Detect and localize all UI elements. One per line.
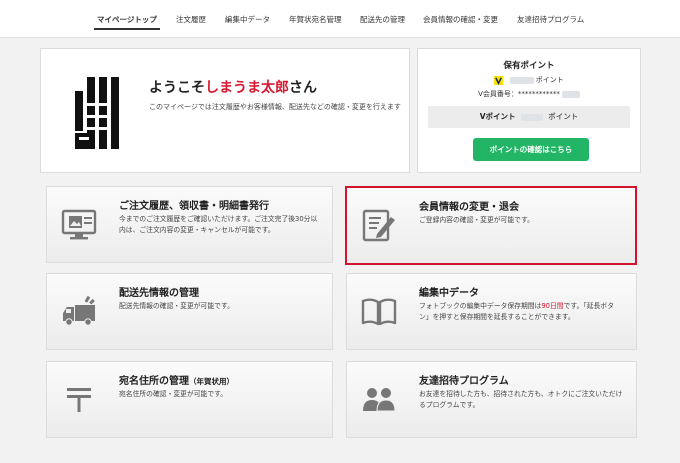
people-icon bbox=[363, 388, 396, 412]
tile-invite-program-desc: お友達を招待した方も、招待された方も、オトクにご注文いただけるプログラムです。 bbox=[419, 390, 623, 409]
nav-active-indicator bbox=[94, 28, 160, 30]
truck-icon bbox=[63, 295, 95, 326]
greeting-prefix: ようこそ bbox=[149, 80, 205, 96]
tile-member-info-title: 会員情報の変更・退会 bbox=[419, 202, 519, 213]
user-name: しまうま太郎 bbox=[205, 80, 289, 96]
nav-invite-friends[interactable]: 友達招待プログラム bbox=[517, 14, 584, 25]
editing-desc-before: フォトブックの編集中データ保存期間は bbox=[419, 302, 542, 310]
address-title-main: 宛名住所の管理 bbox=[119, 376, 189, 387]
tile-shipping-title: 配送先情報の管理 bbox=[119, 288, 199, 299]
points-value-masked bbox=[509, 76, 534, 84]
tile-editing-data[interactable]: 編集中データ フォトブックの編集中データ保存期間は90日間です。「延長ボタン」を… bbox=[346, 273, 637, 350]
nav-editing-data[interactable]: 編集中データ bbox=[225, 14, 270, 25]
member-number-label: V会員番号： bbox=[478, 90, 518, 98]
points-title: 保有ポイント bbox=[503, 61, 555, 71]
postal-mark-icon bbox=[67, 388, 91, 412]
welcome-card: ようこそしまうま太郎さん このマイページでは注文履歴やお客様情報、配送先などの確… bbox=[40, 48, 410, 173]
tile-address-book-title: 宛名住所の管理（年賀状用） bbox=[119, 372, 234, 387]
nav-shipping[interactable]: 配送先の管理 bbox=[360, 14, 405, 25]
vpoint-label: Vポイント bbox=[479, 112, 516, 121]
tile-editing-data-desc: フォトブックの編集中データ保存期間は90日間です。「延長ボタン」を押すと保存期間… bbox=[419, 301, 624, 323]
tile-shipping-desc: 配送先情報の確認・変更が可能です。 bbox=[119, 302, 234, 310]
monitor-icon bbox=[61, 209, 97, 240]
tile-order-history-desc: 今までのご注文履歴をご確認いただけます。ご注文完了後30分以内は、ご注文内容の変… bbox=[119, 215, 318, 234]
address-title-sub: （年賀状用） bbox=[189, 377, 234, 386]
tile-member-info-desc: ご登録内容の確認・変更が可能です。 bbox=[419, 216, 534, 224]
points-card: 保有ポイント ポイント V会員番号：************ Vポイント ポイン… bbox=[417, 48, 641, 173]
pencil-note-icon bbox=[362, 209, 395, 242]
member-number-row: V会員番号：************ bbox=[418, 89, 640, 99]
points-suffix: ポイント bbox=[535, 76, 564, 84]
tile-address-book-desc: 宛名住所の確認・変更が可能です。 bbox=[119, 390, 228, 398]
welcome-greeting: ようこそしまうま太郎さん bbox=[149, 77, 317, 97]
vpoint-suffix: ポイント bbox=[548, 112, 579, 121]
tile-shipping[interactable]: 配送先情報の管理 配送先情報の確認・変更が可能です。 bbox=[46, 273, 333, 350]
tile-member-info[interactable]: 会員情報の変更・退会 ご登録内容の確認・変更が可能です。 bbox=[345, 186, 637, 265]
tile-editing-data-title: 編集中データ bbox=[419, 288, 479, 299]
member-number-blur bbox=[561, 90, 580, 98]
points-check-button[interactable]: ポイントの確認はこちら bbox=[473, 138, 589, 161]
nav-new-year-addresses[interactable]: 年賀状宛名管理 bbox=[289, 14, 342, 25]
tile-order-history[interactable]: ご注文履歴、領収書・明細書発行 今までのご注文履歴をご確認いただけます。ご注文完… bbox=[46, 186, 333, 263]
editing-retention-period: 90日間 bbox=[541, 302, 564, 310]
vpoint-value-masked bbox=[520, 113, 543, 121]
tile-address-book[interactable]: 宛名住所の管理（年賀状用） 宛名住所の確認・変更が可能です。 bbox=[46, 361, 333, 438]
member-number-value: ************ bbox=[517, 90, 560, 98]
nav-member-info[interactable]: 会員情報の確認・変更 bbox=[423, 14, 498, 25]
v-point-icon bbox=[494, 75, 504, 85]
shimauma-logo bbox=[75, 77, 119, 149]
nav-mypage-top[interactable]: マイページトップ bbox=[97, 14, 157, 25]
welcome-description: このマイページでは注文履歴やお客様情報、配送先などの確認・変更を行えます bbox=[149, 103, 401, 111]
greeting-suffix: さん bbox=[289, 80, 317, 96]
top-navigation: マイページトップ 注文履歴 編集中データ 年賀状宛名管理 配送先の管理 会員情報… bbox=[0, 0, 680, 38]
points-balance-row: ポイント bbox=[418, 75, 640, 85]
nav-order-history[interactable]: 注文履歴 bbox=[176, 14, 206, 25]
tile-invite-program[interactable]: 友達招待プログラム お友達を招待した方も、招待された方も、オトクにご注文いただけ… bbox=[346, 361, 637, 438]
vpoint-box: Vポイント ポイント bbox=[428, 106, 630, 128]
tile-invite-program-title: 友達招待プログラム bbox=[419, 376, 509, 387]
open-book-icon bbox=[361, 298, 397, 326]
tile-order-history-title: ご注文履歴、領収書・明細書発行 bbox=[119, 201, 269, 212]
